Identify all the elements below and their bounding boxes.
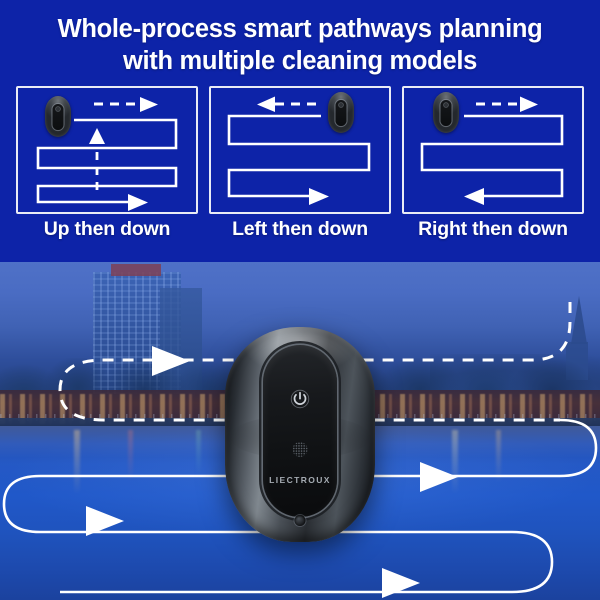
path-diagram-right-then-down [420, 96, 564, 205]
cleaning-mode-left-then-down[interactable]: Left then down [209, 86, 391, 262]
brand-logo: LIECTROUX [269, 475, 331, 485]
path-diagram-left-then-down [227, 96, 371, 205]
cleaning-mode-label-3: Right then down [418, 218, 568, 240]
product-scene-photo: LIECTROUX [0, 262, 600, 600]
robot-face-panel: LIECTROUX [263, 345, 337, 517]
cleaning-mode-up-then-down[interactable]: Up then down [16, 86, 198, 262]
cleaning-mode-label-1: Up then down [43, 218, 171, 240]
solid-arrow-right-lower-b [382, 568, 420, 598]
robot-icon-panel-1 [45, 96, 71, 137]
path-diagram-up-then-down [36, 97, 178, 211]
headline-line-1: Whole-process smart pathways planning [57, 15, 543, 43]
product-marketing-image: Whole-process smart pathways planning wi… [0, 0, 600, 600]
cleaning-mode-label-2: Left then down [232, 218, 368, 240]
page-title: Whole-process smart pathways planning wi… [0, 13, 600, 77]
speaker-grille-icon [292, 442, 308, 457]
robot-icon-panel-2 [328, 92, 354, 133]
sensor-icon [294, 515, 306, 526]
cleaning-mode-right-then-down[interactable]: Right then down [402, 86, 584, 262]
cleaning-mode-panels: Up then down Left then down Right then d… [0, 86, 600, 262]
headline-line-2: with multiple cleaning models [122, 47, 477, 75]
robot-icon-panel-3 [433, 92, 459, 133]
power-button-icon[interactable] [290, 389, 310, 409]
dashed-arrow-right-upper [152, 346, 190, 376]
window-cleaning-robot[interactable]: LIECTROUX [225, 327, 375, 542]
solid-arrow-right-middle [420, 462, 458, 492]
feature-header-section: Whole-process smart pathways planning wi… [0, 0, 600, 262]
